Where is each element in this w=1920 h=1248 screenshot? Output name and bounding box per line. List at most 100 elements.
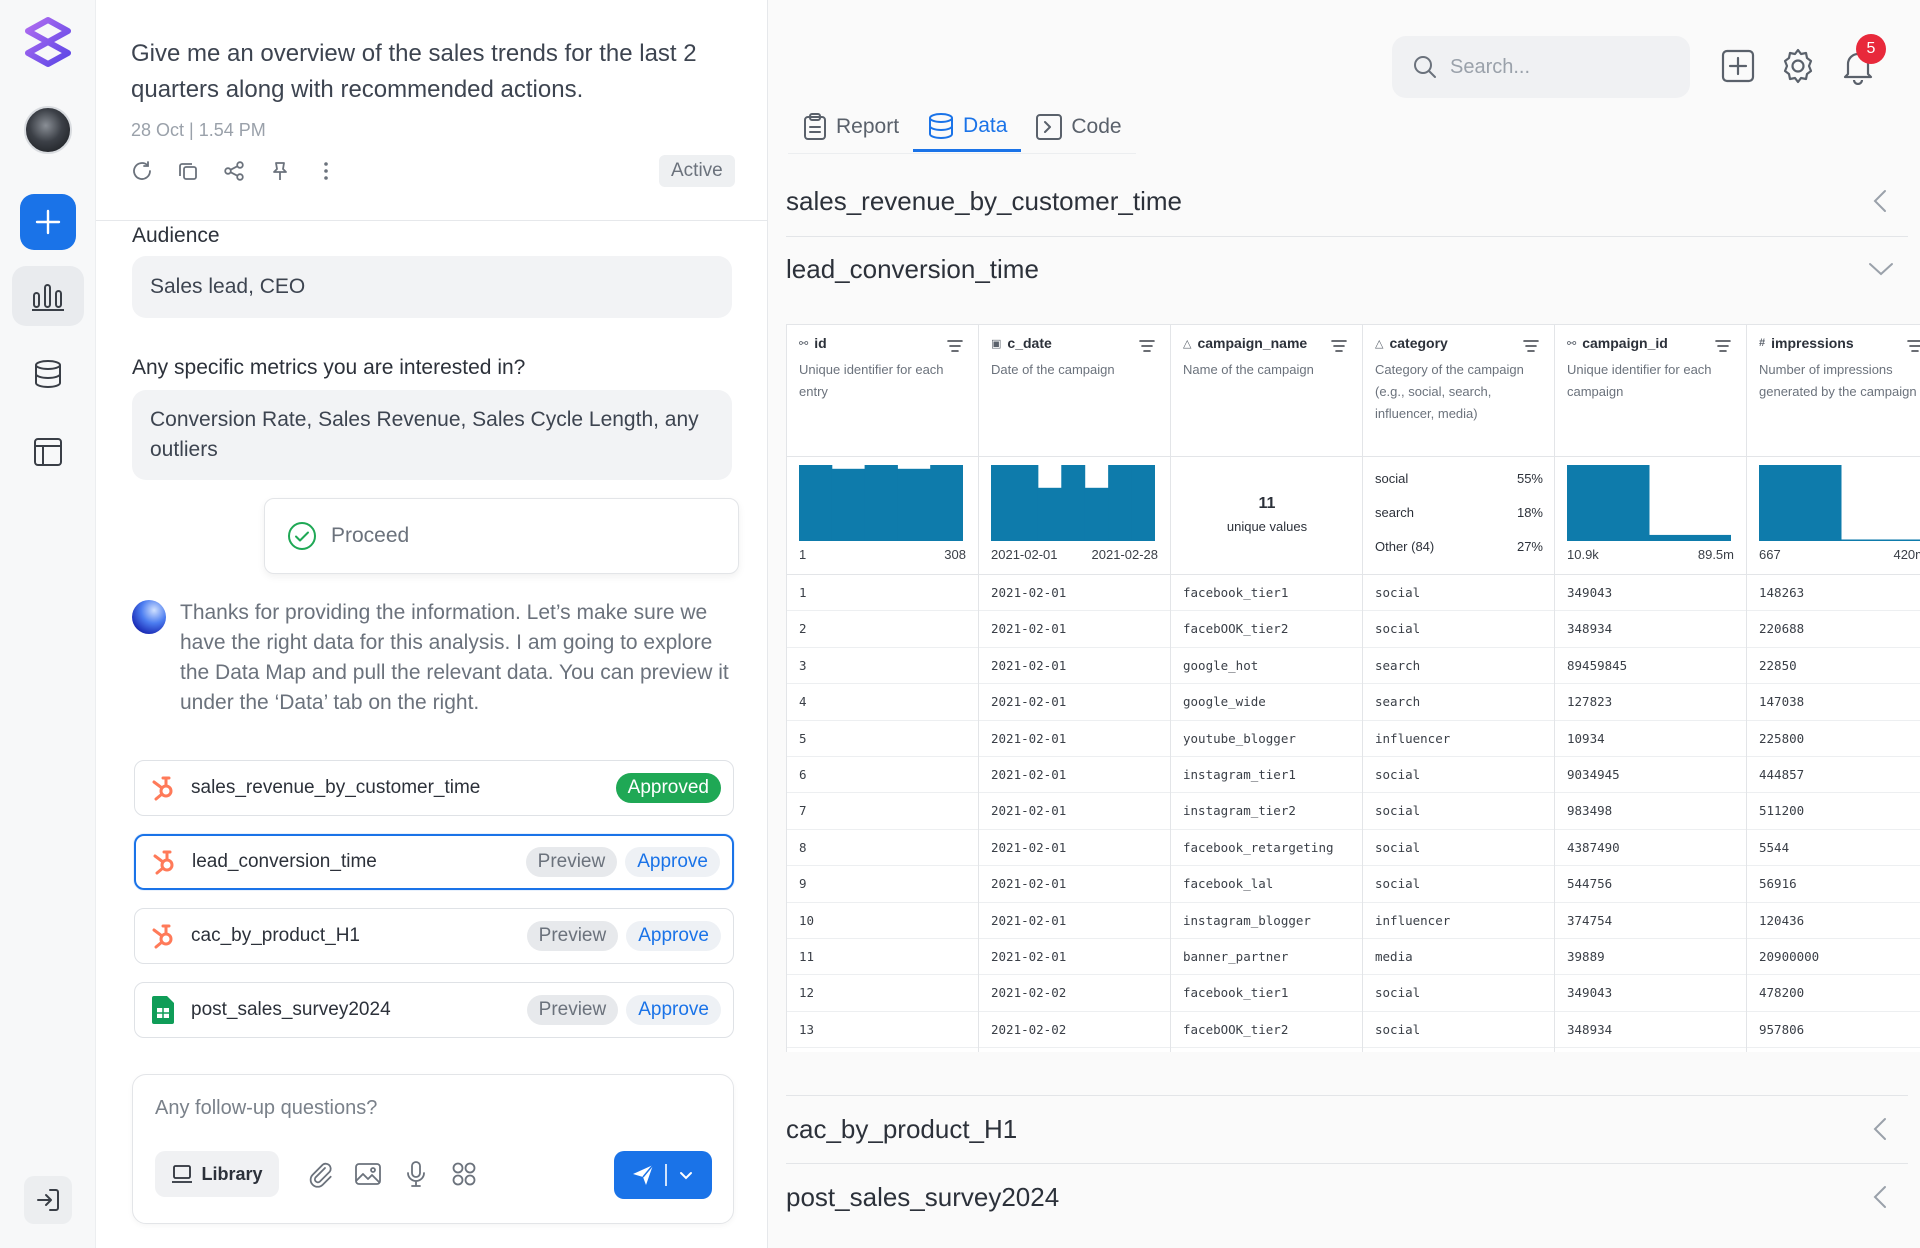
column-title: c_date [1007, 335, 1052, 351]
preview-button[interactable]: Preview [526, 921, 619, 951]
histogram-max: 2021-02-28 [1091, 547, 1159, 562]
send-divider [665, 1164, 667, 1186]
chevron-down-icon[interactable] [1866, 254, 1896, 284]
laptop-icon [172, 1165, 193, 1183]
preview-button[interactable]: Preview [525, 847, 618, 877]
copy-icon[interactable] [174, 157, 202, 185]
chevron-left-icon[interactable] [1866, 186, 1896, 216]
approve-button[interactable]: Approve [626, 921, 721, 951]
section-header[interactable]: cac_by_product_H1 [786, 1114, 1908, 1145]
table-cell: 4387490 [1555, 830, 1746, 867]
section-header[interactable]: sales_revenue_by_customer_time [786, 186, 1908, 217]
tab-bar: Report Data Code [788, 102, 1136, 154]
tab-code[interactable]: Code [1021, 102, 1135, 152]
apps-icon[interactable] [449, 1159, 479, 1189]
table-cell: 511200 [1747, 793, 1920, 830]
refresh-icon[interactable] [128, 157, 156, 185]
avatar[interactable] [24, 106, 72, 154]
column-id: ⚯ id Unique identifier for each entry 1 308 1… [787, 325, 979, 1052]
chevron-left-icon[interactable] [1866, 1114, 1896, 1144]
tab-label: Data [963, 113, 1008, 137]
search-input[interactable]: Search... [1392, 36, 1690, 98]
column-name: ⚯ campaign_id [1567, 335, 1734, 351]
preview-button[interactable]: Preview [526, 995, 619, 1025]
sort-icon[interactable] [1714, 339, 1732, 353]
column-header[interactable]: △ campaign_name Name of the campaign [1171, 325, 1362, 457]
table-cell: google_wide [1171, 684, 1362, 721]
nav-data[interactable] [12, 344, 84, 404]
dataset-name: sales_revenue_by_customer_time [191, 777, 481, 798]
column-header[interactable]: △ category Category of the campaign (e.g.,… [1363, 325, 1554, 457]
column-description: Category of the campaign (e.g., social, … [1375, 362, 1524, 421]
tab-data[interactable]: Data [913, 102, 1022, 152]
nav-layout[interactable] [12, 422, 84, 482]
image-icon[interactable] [353, 1159, 383, 1189]
column-header[interactable]: ▣ c_date Date of the campaign [979, 325, 1170, 457]
histogram-bar [1037, 487, 1062, 541]
table-cell: 2021-02-02 [979, 1012, 1170, 1049]
table-cell: 2021-02-01 [979, 793, 1170, 830]
share-icon[interactable] [220, 157, 248, 185]
gear-icon[interactable] [1776, 44, 1820, 88]
chevron-left-icon[interactable] [1866, 1182, 1896, 1212]
approve-button[interactable]: Approve [625, 847, 720, 877]
table-cell: 3 [787, 648, 978, 685]
section-header[interactable]: post_sales_survey2024 [786, 1182, 1908, 1213]
table-cell: 10 [787, 903, 978, 939]
table-cell: 22850 [1747, 648, 1920, 685]
table-cell: 9 [787, 866, 978, 903]
section-header[interactable]: lead_conversion_time [786, 254, 1908, 285]
dataset-card[interactable]: cac_by_product_H1 Preview Approve [134, 908, 734, 964]
column-header[interactable]: # impressions Number of impressions genera… [1747, 325, 1920, 457]
category-pct: 55% [1516, 471, 1543, 486]
pin-icon[interactable] [266, 157, 294, 185]
table-cell: 56916 [1747, 866, 1920, 903]
sign-out-button[interactable] [24, 1176, 72, 1224]
tab-report[interactable]: Report [788, 102, 913, 152]
check-circle-icon [288, 522, 316, 550]
proceed-button[interactable]: Proceed [264, 498, 739, 574]
paperclip-icon[interactable] [305, 1159, 335, 1189]
category-pct: 18% [1516, 505, 1543, 520]
column-name: △ category [1375, 335, 1542, 351]
histogram-bar [1131, 465, 1155, 541]
histogram-bar [831, 468, 866, 541]
assistant-message: Thanks for providing the information. Le… [180, 601, 729, 714]
table-cell: 12 [787, 975, 978, 1012]
more-options-icon[interactable] [312, 157, 340, 185]
dataset-card[interactable]: sales_revenue_by_customer_time Approved [134, 760, 734, 816]
library-button[interactable]: Library [155, 1151, 279, 1197]
follow-up-input[interactable]: Any follow-up questions? [155, 1097, 377, 1120]
histogram-bar [1084, 487, 1109, 541]
column-description: Date of the campaign [991, 362, 1115, 377]
new-chat-button[interactable] [20, 194, 76, 250]
column-header[interactable]: ⚯ id Unique identifier for each entry [787, 325, 978, 457]
histogram-min: 10.9k [1567, 547, 1599, 562]
table-cell: 10934 [1555, 721, 1746, 757]
section-title: cac_by_product_H1 [786, 1114, 1018, 1144]
sign-out-icon [37, 1189, 59, 1211]
sort-icon[interactable] [946, 339, 964, 353]
dataset-card[interactable]: lead_conversion_time Preview Approve [134, 834, 734, 890]
table-cell: media [1363, 939, 1554, 976]
sort-icon[interactable] [1906, 339, 1920, 353]
column-summary: 10.9k 89.5m [1555, 457, 1746, 575]
layout-icon [34, 438, 62, 466]
sort-icon[interactable] [1138, 339, 1156, 353]
histogram-bar [1014, 465, 1039, 541]
add-icon[interactable] [1716, 44, 1760, 88]
approved-badge: Approved [615, 773, 721, 803]
approve-button[interactable]: Approve [626, 995, 721, 1025]
dataset-card[interactable]: post_sales_survey2024 Preview Approve [134, 982, 734, 1038]
column-header[interactable]: ⚯ campaign_id Unique identifier for each c… [1555, 325, 1746, 457]
send-button[interactable] [614, 1151, 712, 1199]
sheets-icon [147, 994, 179, 1026]
sort-icon[interactable] [1330, 339, 1348, 353]
microphone-icon[interactable] [401, 1159, 431, 1189]
column-title: campaign_name [1197, 335, 1308, 351]
app-logo-icon[interactable] [24, 16, 72, 68]
chevron-down-icon[interactable] [677, 1166, 695, 1184]
column-title: impressions [1771, 335, 1854, 351]
sort-icon[interactable] [1522, 339, 1540, 353]
nav-reports[interactable] [12, 266, 84, 326]
